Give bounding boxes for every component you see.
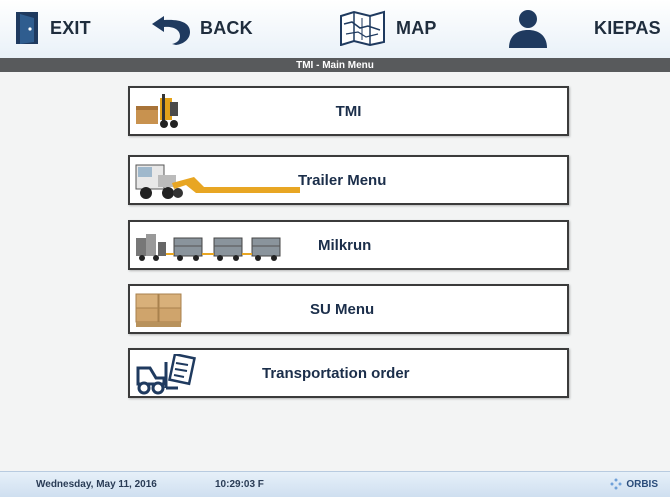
brand-name: ORBIS xyxy=(626,478,658,490)
milkrun-train-icon xyxy=(136,234,281,261)
door-exit-icon xyxy=(16,12,38,44)
brand-dots-icon xyxy=(610,478,622,490)
forklift-order-icon xyxy=(136,354,196,395)
top-toolbar: EXIT BACK MAP KIEPAS xyxy=(0,0,670,59)
exit-button[interactable]: EXIT xyxy=(14,8,91,48)
user-label: KIEPAS xyxy=(594,17,661,38)
menu-label-transportation-order: Transportation order xyxy=(262,364,410,382)
truck-trailer-icon xyxy=(135,164,300,199)
brand-logo: ORBIS xyxy=(609,477,658,491)
pallet-boxes-icon xyxy=(135,293,182,327)
map-button[interactable]: MAP xyxy=(338,8,437,48)
status-bar: Wednesday, May 11, 2016 10:29:03 F ORBIS xyxy=(0,471,670,497)
menu-label-trailer: Trailer Menu xyxy=(298,171,387,189)
menu-button-transportation-order[interactable]: Transportation order xyxy=(128,348,569,398)
status-date: Wednesday, May 11, 2016 xyxy=(36,479,157,490)
menu-button-su[interactable]: SU Menu xyxy=(128,284,569,334)
page-title: TMI - Main Menu xyxy=(0,58,670,72)
back-label: BACK xyxy=(200,17,253,38)
map-label: MAP xyxy=(396,17,437,38)
map-icon xyxy=(340,10,385,46)
exit-label: EXIT xyxy=(50,17,91,38)
menu-button-milkrun[interactable]: Milkrun xyxy=(128,220,569,270)
menu-label-tmi: TMI xyxy=(335,102,362,120)
undo-arrow-icon xyxy=(152,16,190,45)
user-button[interactable] xyxy=(506,8,550,48)
menu-button-trailer[interactable]: Trailer Menu xyxy=(128,155,569,205)
menu-button-tmi[interactable]: TMI xyxy=(128,86,569,136)
back-button[interactable]: BACK xyxy=(150,8,253,48)
menu-label-milkrun: Milkrun xyxy=(318,236,372,254)
user-icon xyxy=(509,10,547,48)
user-name: KIEPAS xyxy=(590,8,661,48)
status-time: 10:29:03 F xyxy=(215,479,264,490)
menu-label-su: SU Menu xyxy=(310,300,375,318)
